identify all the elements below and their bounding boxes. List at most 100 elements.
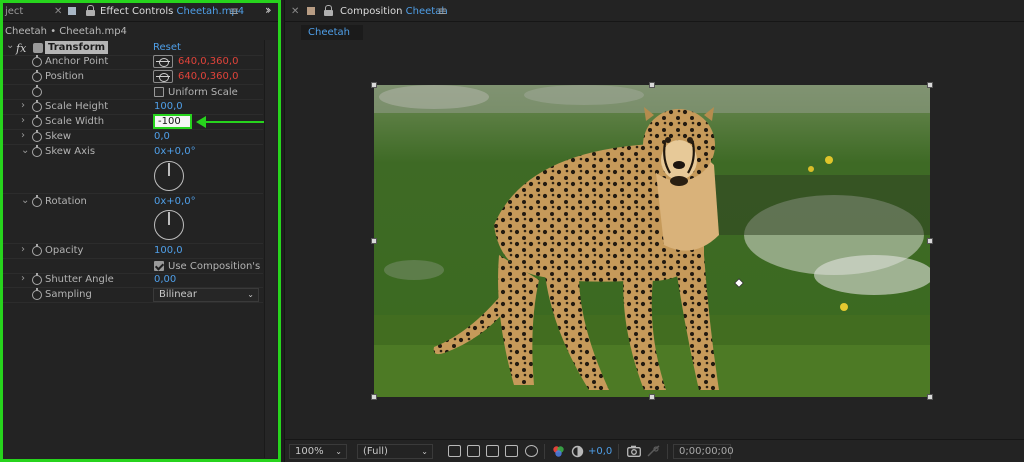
property-row-uniform-scale: Uniform Scale [3,85,263,100]
stopwatch-icon[interactable] [32,195,42,207]
uniform-scale-checkbox[interactable] [154,87,164,97]
panel-menu-icon[interactable]: ≡ [437,4,447,18]
twirl-arrow-icon[interactable]: › [21,100,25,111]
guides-icon[interactable] [525,445,538,457]
tab-effect-controls[interactable]: Effect Controls Cheetah.mp4 [100,6,244,17]
property-value[interactable]: 0x+0,0° [154,196,196,207]
effect-controls-tabbar: ject ✕ Effect Controls Cheetah.mp4 ≡ ›› [0,0,281,22]
tab-composition[interactable]: Composition Cheetah [340,6,448,17]
composition-viewer[interactable] [285,44,1024,438]
sampling-dropdown[interactable]: Bilinear ⌄ [153,288,259,302]
resolution-value: (Full) [363,446,388,457]
timecode-display[interactable]: 0;00;00;00 [673,444,734,459]
target-icon[interactable] [153,70,173,83]
comp-color-swatch [307,7,315,15]
zoom-dropdown[interactable]: 100% ⌄ [289,444,347,459]
stopwatch-icon[interactable] [32,85,42,97]
reset-button[interactable]: Reset [153,42,181,53]
property-label: Scale Width [45,116,105,127]
scale-width-input[interactable]: -100 [153,114,192,129]
close-icon[interactable]: ✕ [291,6,299,17]
stopwatch-icon[interactable] [32,70,42,82]
property-value[interactable]: 0x+0,0° [154,146,196,157]
effect-name[interactable]: Transform [45,41,109,54]
lock-icon[interactable] [324,5,333,16]
fx-toggle-icon[interactable]: fx [16,42,26,55]
property-value[interactable]: 640,0,360,0 [178,71,238,82]
property-value[interactable]: 0,0 [154,131,170,142]
annotation-arrow [200,121,266,123]
footage-frame[interactable] [374,85,930,397]
target-icon[interactable] [153,55,173,68]
layer-header: Cheetah • Cheetah.mp4 [5,26,127,37]
property-row-skew: › Skew 0,0 [3,130,263,145]
lock-icon[interactable] [86,5,95,16]
transform-handle[interactable] [649,394,655,400]
transform-handle[interactable] [371,82,377,88]
chevron-down-icon: ⌄ [421,447,428,456]
exposure-reset-icon[interactable] [571,445,584,458]
chevron-down-icon: ⌄ [335,447,342,456]
anchor-point-icon[interactable] [734,278,744,288]
property-value[interactable]: 100,0 [154,245,183,256]
stopwatch-icon[interactable] [32,145,42,157]
twirl-arrow-icon[interactable]: › [21,273,25,284]
stopwatch-icon[interactable] [32,115,42,127]
show-snapshot-icon[interactable] [647,445,660,457]
close-icon[interactable]: ✕ [54,6,62,17]
property-label: Rotation [45,196,87,207]
effect-controls-panel: ject ✕ Effect Controls Cheetah.mp4 ≡ ›› … [0,0,281,462]
twirl-arrow-icon[interactable]: › [21,130,25,141]
twirl-arrow-icon[interactable]: ⌄ [21,195,29,206]
twirl-arrow-icon[interactable]: ⌄ [21,145,29,156]
property-row-use-comp-shutter: Use Composition's Sh [3,259,276,274]
effect-reset-icon[interactable] [33,43,43,53]
color-channels-icon[interactable] [552,445,565,458]
transform-handle[interactable] [371,394,377,400]
snapshot-camera-icon[interactable] [627,445,641,457]
stopwatch-icon[interactable] [32,273,42,285]
stopwatch-icon[interactable] [32,100,42,112]
composition-tabbar: ✕ Composition Cheetah ≡ [285,0,1024,22]
property-label: Position [45,71,84,82]
panel-scrollbar[interactable] [264,40,277,458]
region-of-interest-icon[interactable] [505,445,518,457]
property-label: Skew Axis [45,146,96,157]
twirl-arrow-icon[interactable]: › [21,115,25,126]
panel-menu-icon[interactable]: ≡ [229,4,239,18]
stopwatch-icon[interactable] [32,288,42,300]
stopwatch-icon[interactable] [32,130,42,142]
comp-subtab-cheetah[interactable]: Cheetah [301,25,363,40]
transform-handle[interactable] [371,238,377,244]
twirl-arrow-icon[interactable]: › [21,244,25,255]
chevron-down-icon: ⌄ [247,290,254,299]
transform-handle[interactable] [649,82,655,88]
property-value[interactable]: 640,0,360,0 [178,56,238,67]
property-label: Sampling [45,289,92,300]
separator [618,444,619,459]
twirl-arrow-icon[interactable]: ⌄ [6,40,14,51]
fast-previews-icon[interactable] [448,445,461,457]
angle-dial-icon[interactable] [154,210,184,240]
property-value[interactable]: 0,00 [154,274,176,285]
mask-path-icon[interactable] [486,445,499,457]
transform-handle[interactable] [927,238,933,244]
tab-project[interactable]: ject [5,6,23,17]
property-value[interactable]: 100,0 [154,101,183,112]
separator [544,444,545,459]
angle-dial-icon[interactable] [154,161,184,191]
transform-handle[interactable] [927,394,933,400]
transparency-grid-icon[interactable] [467,445,480,457]
property-label: Anchor Point [45,56,109,67]
overflow-chevron-icon[interactable]: ›› [265,3,271,17]
stopwatch-icon[interactable] [32,244,42,256]
use-comp-shutter-label: Use Composition's Sh [168,261,277,272]
transform-handle[interactable] [927,82,933,88]
stopwatch-icon[interactable] [32,55,42,67]
property-label: Skew [45,131,72,142]
property-label: Opacity [45,245,84,256]
layer-color-swatch [68,7,76,15]
resolution-dropdown[interactable]: (Full) ⌄ [357,444,433,459]
use-comp-shutter-checkbox[interactable] [154,261,164,271]
exposure-value[interactable]: +0,0 [588,446,612,457]
